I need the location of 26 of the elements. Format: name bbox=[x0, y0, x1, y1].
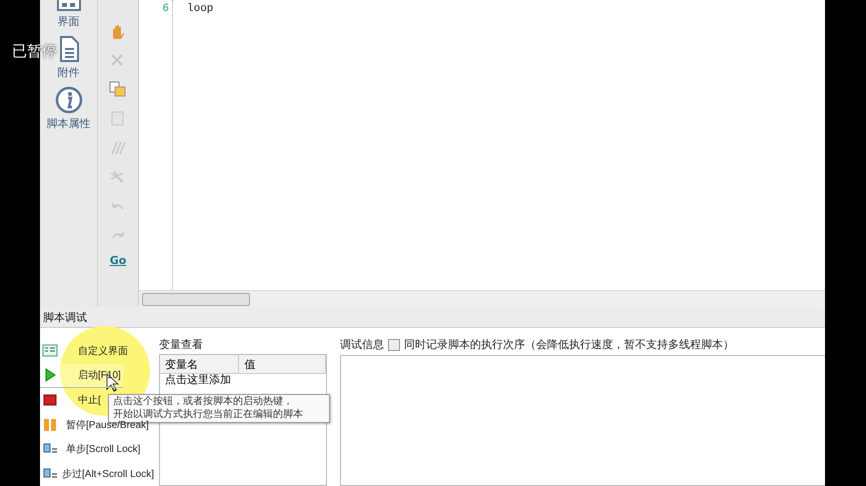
pause-icon bbox=[42, 416, 58, 433]
nav-item[interactable]: 脚本属性 bbox=[46, 86, 90, 131]
nav-item[interactable]: 附件 bbox=[56, 35, 82, 80]
goto-button[interactable]: Go bbox=[110, 254, 126, 267]
debug-button[interactable]: 中止[ bbox=[40, 388, 103, 412]
layout-icon bbox=[56, 0, 82, 12]
checkbox[interactable] bbox=[388, 339, 400, 351]
code-line: loop bbox=[187, 2, 214, 17]
column-header: 值 bbox=[239, 355, 326, 373]
info-icon bbox=[54, 86, 82, 114]
stop-icon bbox=[42, 392, 58, 408]
horizontal-scrollbar[interactable] bbox=[139, 290, 825, 307]
form-icon bbox=[42, 343, 58, 360]
debug-info-title: 调试信息 bbox=[340, 338, 384, 353]
debug-button[interactable]: 步过[Alt+Scroll Lock] bbox=[40, 462, 156, 486]
debug-button[interactable]: 自定义界面 bbox=[40, 339, 130, 364]
checkbox-label: 同时记录脚本的执行次序（会降低执行速度，暂不支持多线程脚本） bbox=[404, 338, 734, 353]
panel-title: 脚本调试 bbox=[40, 307, 825, 328]
table-cell[interactable]: 点击这里添加 bbox=[160, 374, 240, 394]
column-header: 变量名 bbox=[160, 355, 240, 373]
debug-button[interactable]: 单步[Scroll Lock] bbox=[40, 437, 142, 462]
redo-icon bbox=[112, 231, 124, 239]
line-number: 6 bbox=[162, 2, 170, 17]
nav-item[interactable]: 界面 bbox=[56, 0, 82, 29]
variables-title: 变量查看 bbox=[159, 338, 204, 353]
undo-icon bbox=[112, 202, 124, 210]
